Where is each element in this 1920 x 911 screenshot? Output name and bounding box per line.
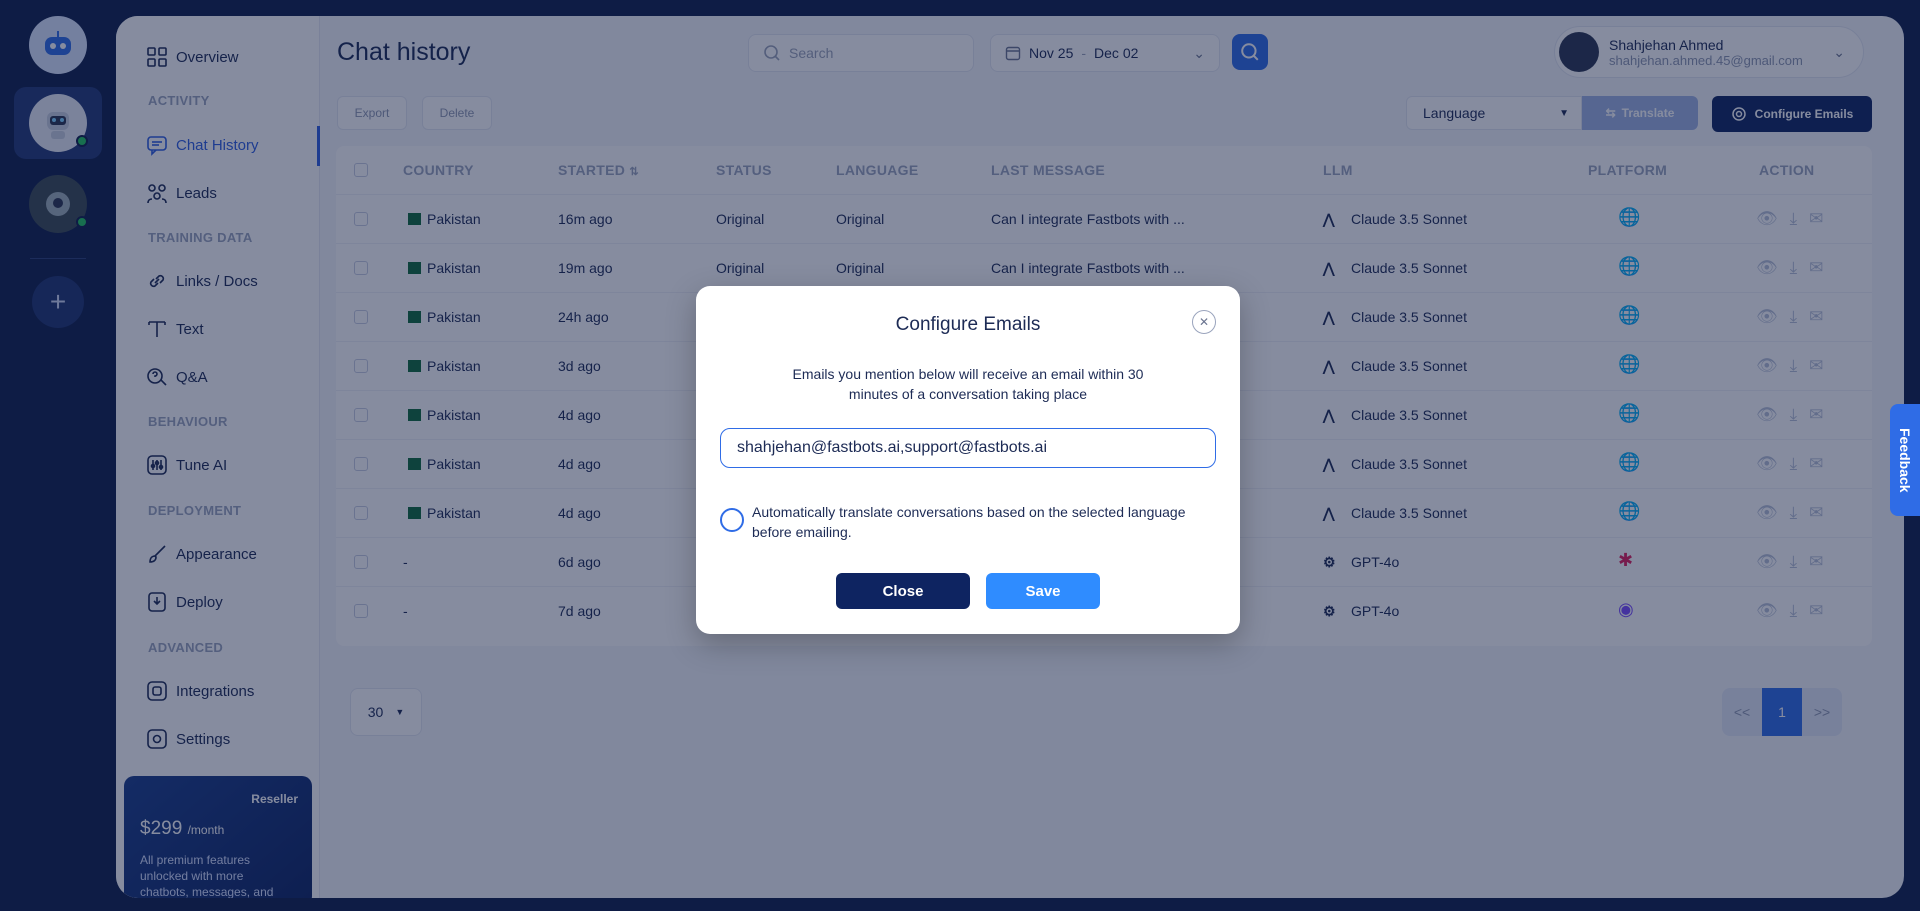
modal-title: Configure Emails (895, 314, 1041, 335)
feedback-tab[interactable]: Feedback (1890, 404, 1920, 516)
close-button[interactable]: Close (836, 573, 970, 609)
feedback-label: Feedback (1897, 427, 1913, 493)
modal-description: Emails you mention below will receive an… (792, 366, 1144, 402)
auto-translate-label: Automatically translate conversations ba… (752, 504, 1186, 540)
close-icon[interactable]: ✕ (1192, 310, 1216, 334)
save-button[interactable]: Save (986, 573, 1100, 609)
configure-emails-modal: Configure Emails ✕ Emails you mention be… (696, 286, 1240, 634)
email-recipients-input[interactable] (720, 428, 1216, 468)
auto-translate-radio[interactable] (720, 508, 744, 532)
